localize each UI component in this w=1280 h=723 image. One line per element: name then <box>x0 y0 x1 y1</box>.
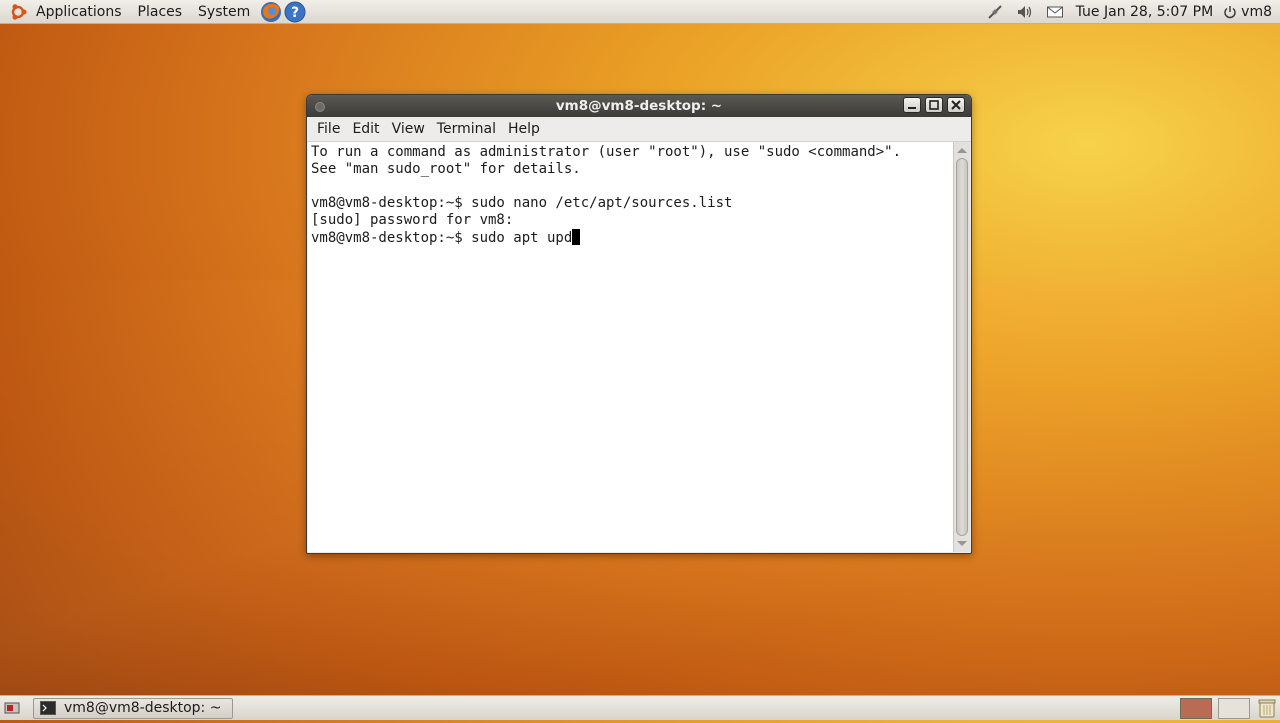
close-button[interactable] <box>947 97 965 113</box>
terminal-window: vm8@vm8-desktop: ~ File Edit View Termin… <box>306 94 972 554</box>
bottom-panel: vm8@vm8-desktop: ~ <box>0 695 1280 720</box>
network-icon[interactable] <box>986 3 1004 21</box>
clock[interactable]: Tue Jan 28, 5:07 PM <box>1076 4 1214 20</box>
applications-menu[interactable]: Applications <box>28 0 130 24</box>
scrollbar-thumb[interactable] <box>956 158 968 536</box>
terminal-line: vm8@vm8-desktop:~$ sudo nano /etc/apt/so… <box>311 195 733 211</box>
menu-help[interactable]: Help <box>502 117 546 141</box>
system-tray: Tue Jan 28, 5:07 PM vm8 <box>980 0 1280 24</box>
user-name: vm8 <box>1241 3 1272 20</box>
scroll-down-icon[interactable] <box>957 541 967 546</box>
window-titlebar[interactable]: vm8@vm8-desktop: ~ <box>307 95 971 117</box>
trash-icon[interactable] <box>1256 697 1278 719</box>
close-icon <box>951 100 961 110</box>
menu-terminal[interactable]: Terminal <box>431 117 502 141</box>
mail-icon[interactable] <box>1046 3 1064 21</box>
terminal-line: [sudo] password for vm8: <box>311 212 522 228</box>
terminal-input[interactable]: vm8@vm8-desktop:~$ sudo apt upd <box>311 230 572 246</box>
menu-file[interactable]: File <box>311 117 346 141</box>
taskbar-window-label: vm8@vm8-desktop: ~ <box>64 700 222 716</box>
taskbar-window-button[interactable]: vm8@vm8-desktop: ~ <box>33 697 233 719</box>
terminal-line: See "man sudo_root" for details. <box>311 161 581 177</box>
maximize-icon <box>929 100 939 110</box>
workspace-2[interactable] <box>1218 697 1250 719</box>
show-desktop-icon[interactable] <box>3 699 21 717</box>
terminal-prompt-line: vm8@vm8-desktop:~$ sudo apt upd <box>311 229 950 246</box>
firefox-launcher-icon[interactable] <box>260 1 282 23</box>
user-menu[interactable]: vm8 <box>1223 4 1272 20</box>
terminal-output[interactable]: To run a command as administrator (user … <box>308 142 953 552</box>
terminal-line: To run a command as administrator (user … <box>311 144 902 160</box>
menu-edit[interactable]: Edit <box>346 117 385 141</box>
places-menu[interactable]: Places <box>130 0 191 24</box>
minimize-icon <box>908 107 916 109</box>
help-launcher-icon[interactable]: ? <box>284 1 306 23</box>
power-icon <box>1224 5 1236 18</box>
text-cursor <box>572 229 581 245</box>
top-panel: Applications Places System ? Tue Jan 28,… <box>0 0 1280 24</box>
minimize-button[interactable] <box>903 97 921 113</box>
maximize-button[interactable] <box>925 97 943 113</box>
ubuntu-logo-icon[interactable] <box>8 2 28 22</box>
terminal-menubar: File Edit View Terminal Help <box>307 117 971 142</box>
svg-text:?: ? <box>291 5 299 21</box>
volume-icon[interactable] <box>1016 3 1034 21</box>
terminal-icon <box>40 701 56 715</box>
window-title: vm8@vm8-desktop: ~ <box>555 98 723 114</box>
vertical-scrollbar[interactable] <box>953 142 970 552</box>
window-controls <box>899 97 965 113</box>
scroll-up-icon[interactable] <box>957 148 967 153</box>
workspace-1[interactable] <box>1180 697 1212 719</box>
menu-view[interactable]: View <box>386 117 431 141</box>
system-menu[interactable]: System <box>190 0 258 24</box>
